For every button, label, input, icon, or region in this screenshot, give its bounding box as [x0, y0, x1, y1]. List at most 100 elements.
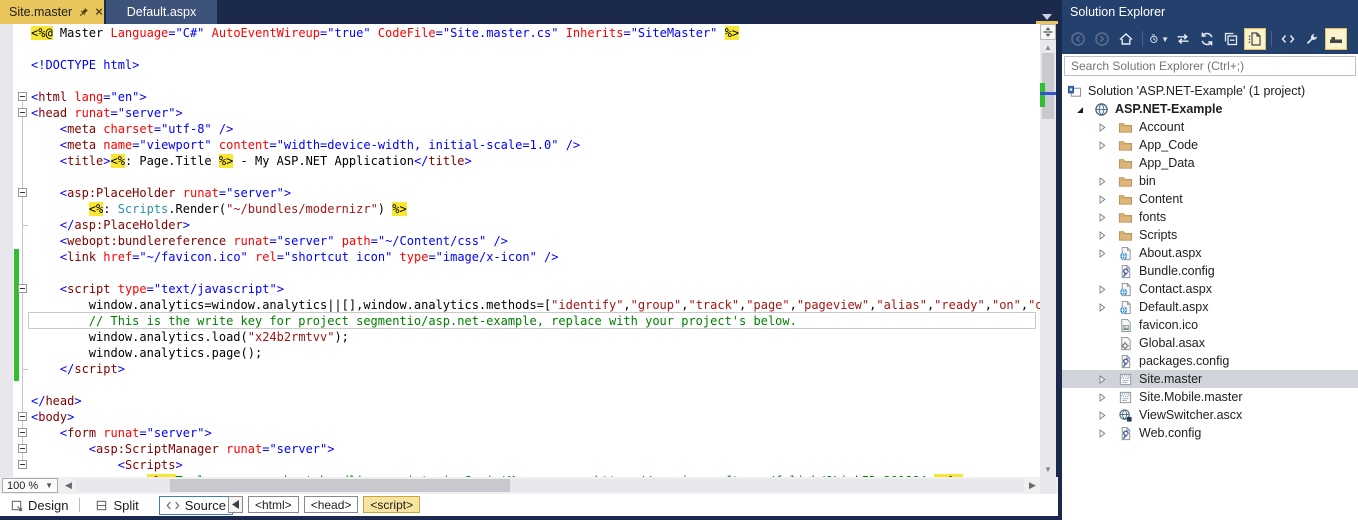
zoom-level-combo[interactable]: 100 % ▼: [2, 478, 58, 493]
home-icon[interactable]: [1115, 28, 1137, 50]
code-line-23[interactable]: [31, 377, 1040, 393]
code-line-26[interactable]: <form runat="server">: [31, 425, 1040, 441]
refresh-icon[interactable]: [1196, 28, 1218, 50]
collapse-toggle-icon[interactable]: [18, 92, 27, 101]
code-line-20[interactable]: window.analytics.load("x24b2rmtvv");: [31, 329, 1040, 345]
code-line-3[interactable]: <!DOCTYPE html>: [31, 57, 1040, 73]
tab-default-aspx[interactable]: Default.aspx: [106, 0, 217, 24]
tree-item-web-config[interactable]: Web.config: [1062, 424, 1358, 442]
breadcrumb-back-icon[interactable]: [228, 496, 243, 513]
collapse-toggle-icon[interactable]: [18, 108, 27, 117]
code-line-7[interactable]: <meta charset="utf-8" />: [31, 121, 1040, 137]
tree-item-site-master[interactable]: Site.master: [1062, 370, 1358, 388]
breadcrumb-chip[interactable]: <script>: [363, 496, 420, 513]
tree-item-favicon-ico[interactable]: favicon.ico: [1062, 316, 1358, 334]
expand-arrow-icon[interactable]: [1096, 247, 1108, 259]
tree-item-site-mobile-master[interactable]: Site.Mobile.master: [1062, 388, 1358, 406]
splitter-handle[interactable]: [1040, 24, 1056, 40]
code-line-25[interactable]: <body>: [31, 409, 1040, 425]
expand-arrow-icon[interactable]: [1096, 283, 1108, 295]
expand-arrow-icon[interactable]: [1096, 409, 1108, 421]
code-line-6[interactable]: <head runat="server">: [31, 105, 1040, 121]
code-line-13[interactable]: </asp:PlaceHolder>: [31, 217, 1040, 233]
sync-with-active-document-icon[interactable]: [1172, 28, 1194, 50]
scroll-left-icon[interactable]: ◀: [62, 479, 75, 492]
code-line-28[interactable]: <Scripts>: [31, 457, 1040, 473]
solution-explorer-title[interactable]: Solution Explorer: [1062, 0, 1358, 24]
expand-arrow-icon[interactable]: [1096, 229, 1108, 241]
tree-item-asp-net-example[interactable]: ASP.NET-Example: [1062, 100, 1358, 118]
collapse-toggle-icon[interactable]: [18, 188, 27, 197]
source-view-button[interactable]: Source: [159, 496, 233, 515]
code-line-19[interactable]: // This is the write key for project seg…: [31, 313, 1040, 329]
collapse-all-icon[interactable]: [1220, 28, 1242, 50]
horizontal-scroll-thumb[interactable]: [170, 479, 510, 492]
tree-item-contact-aspx[interactable]: Contact.aspx: [1062, 280, 1358, 298]
expand-arrow-icon[interactable]: [1096, 427, 1108, 439]
scroll-down-icon[interactable]: ▼: [1040, 463, 1056, 476]
code-line-22[interactable]: </script>: [31, 361, 1040, 377]
tree-item-app-data[interactable]: App_Data: [1062, 154, 1358, 172]
breadcrumb-chip[interactable]: <head>: [304, 496, 359, 513]
code-line-16[interactable]: [31, 265, 1040, 281]
code-line-21[interactable]: window.analytics.page();: [31, 345, 1040, 361]
tree-item-solution-asp-net-example-1-project-[interactable]: Solution 'ASP.NET-Example' (1 project): [1062, 82, 1358, 100]
expand-arrow-icon[interactable]: [1096, 139, 1108, 151]
tree-item-app-code[interactable]: App_Code: [1062, 136, 1358, 154]
tree-item-content[interactable]: Content: [1062, 190, 1358, 208]
search-input[interactable]: [1064, 56, 1356, 76]
tree-item-bundle-config[interactable]: Bundle.config: [1062, 262, 1358, 280]
collapse-arrow-icon[interactable]: [1073, 103, 1085, 115]
vertical-scrollbar[interactable]: ▲ ▼: [1040, 24, 1056, 477]
tree-item-account[interactable]: Account: [1062, 118, 1358, 136]
collapse-toggle-icon[interactable]: [18, 284, 27, 293]
tree-item-global-asax[interactable]: Global.asax: [1062, 334, 1358, 352]
properties-icon[interactable]: [1301, 28, 1323, 50]
tree-item-default-aspx[interactable]: Default.aspx: [1062, 298, 1358, 316]
collapse-toggle-icon[interactable]: [18, 412, 27, 421]
expand-arrow-icon[interactable]: [1096, 211, 1108, 223]
code-line-18[interactable]: window.analytics=window.analytics||[],wi…: [31, 297, 1040, 313]
expand-arrow-icon[interactable]: [1096, 373, 1108, 385]
code-line-9[interactable]: <title><%: Page.Title %> - My ASP.NET Ap…: [31, 153, 1040, 169]
code-line-4[interactable]: [31, 73, 1040, 89]
expand-arrow-icon[interactable]: [1096, 121, 1108, 133]
view-code-icon[interactable]: [1277, 28, 1299, 50]
code-line-2[interactable]: [31, 41, 1040, 57]
tab-site-master[interactable]: Site.master ×: [0, 0, 104, 24]
code-line-5[interactable]: <html lang="en">: [31, 89, 1040, 105]
code-line-12[interactable]: <%: Scripts.Render("~/bundles/modernizr"…: [31, 201, 1040, 217]
split-view-button[interactable]: Split: [89, 497, 144, 514]
code-line-27[interactable]: <asp:ScriptManager runat="server">: [31, 441, 1040, 457]
breadcrumb-chip[interactable]: <html>: [248, 496, 299, 513]
collapse-toggle-icon[interactable]: [18, 444, 27, 453]
code-editor[interactable]: <%@ Master Language="C#" AutoEventWireup…: [0, 24, 1040, 477]
collapse-toggle-icon[interactable]: [18, 460, 27, 469]
preview-selected-items-icon[interactable]: [1325, 28, 1347, 50]
pin-icon[interactable]: [78, 7, 89, 18]
expand-arrow-icon[interactable]: [1096, 193, 1108, 205]
code-line-10[interactable]: [31, 169, 1040, 185]
code-line-29[interactable]: <%--To learn more about bundling scripts…: [31, 473, 1040, 477]
scroll-right-icon[interactable]: ▶: [1026, 479, 1039, 492]
code-line-8[interactable]: <meta name="viewport" content="width=dev…: [31, 137, 1040, 153]
tree-item-bin[interactable]: bin: [1062, 172, 1358, 190]
code-line-14[interactable]: <webopt:bundlereference runat="server" p…: [31, 233, 1040, 249]
horizontal-scroll-track[interactable]: [76, 479, 1024, 492]
design-view-button[interactable]: Design: [4, 497, 74, 514]
tree-item-fonts[interactable]: fonts: [1062, 208, 1358, 226]
code-line-15[interactable]: <link href="~/favicon.ico" rel="shortcut…: [31, 249, 1040, 265]
close-icon[interactable]: ×: [95, 7, 103, 17]
collapse-toggle-icon[interactable]: [18, 428, 27, 437]
nav-forward-icon[interactable]: [1091, 28, 1113, 50]
expand-arrow-icon[interactable]: [1096, 301, 1108, 313]
pending-changes-filter-icon[interactable]: ▼: [1148, 28, 1170, 50]
tree-item-viewswitcher-ascx[interactable]: ViewSwitcher.ascx: [1062, 406, 1358, 424]
tree-item-packages-config[interactable]: packages.config: [1062, 352, 1358, 370]
code-line-11[interactable]: <asp:PlaceHolder runat="server">: [31, 185, 1040, 201]
tree-item-about-aspx[interactable]: About.aspx: [1062, 244, 1358, 262]
expand-arrow-icon[interactable]: [1096, 175, 1108, 187]
expand-arrow-icon[interactable]: [1096, 391, 1108, 403]
code-line-1[interactable]: <%@ Master Language="C#" AutoEventWireup…: [31, 25, 1040, 41]
nav-back-icon[interactable]: [1067, 28, 1089, 50]
